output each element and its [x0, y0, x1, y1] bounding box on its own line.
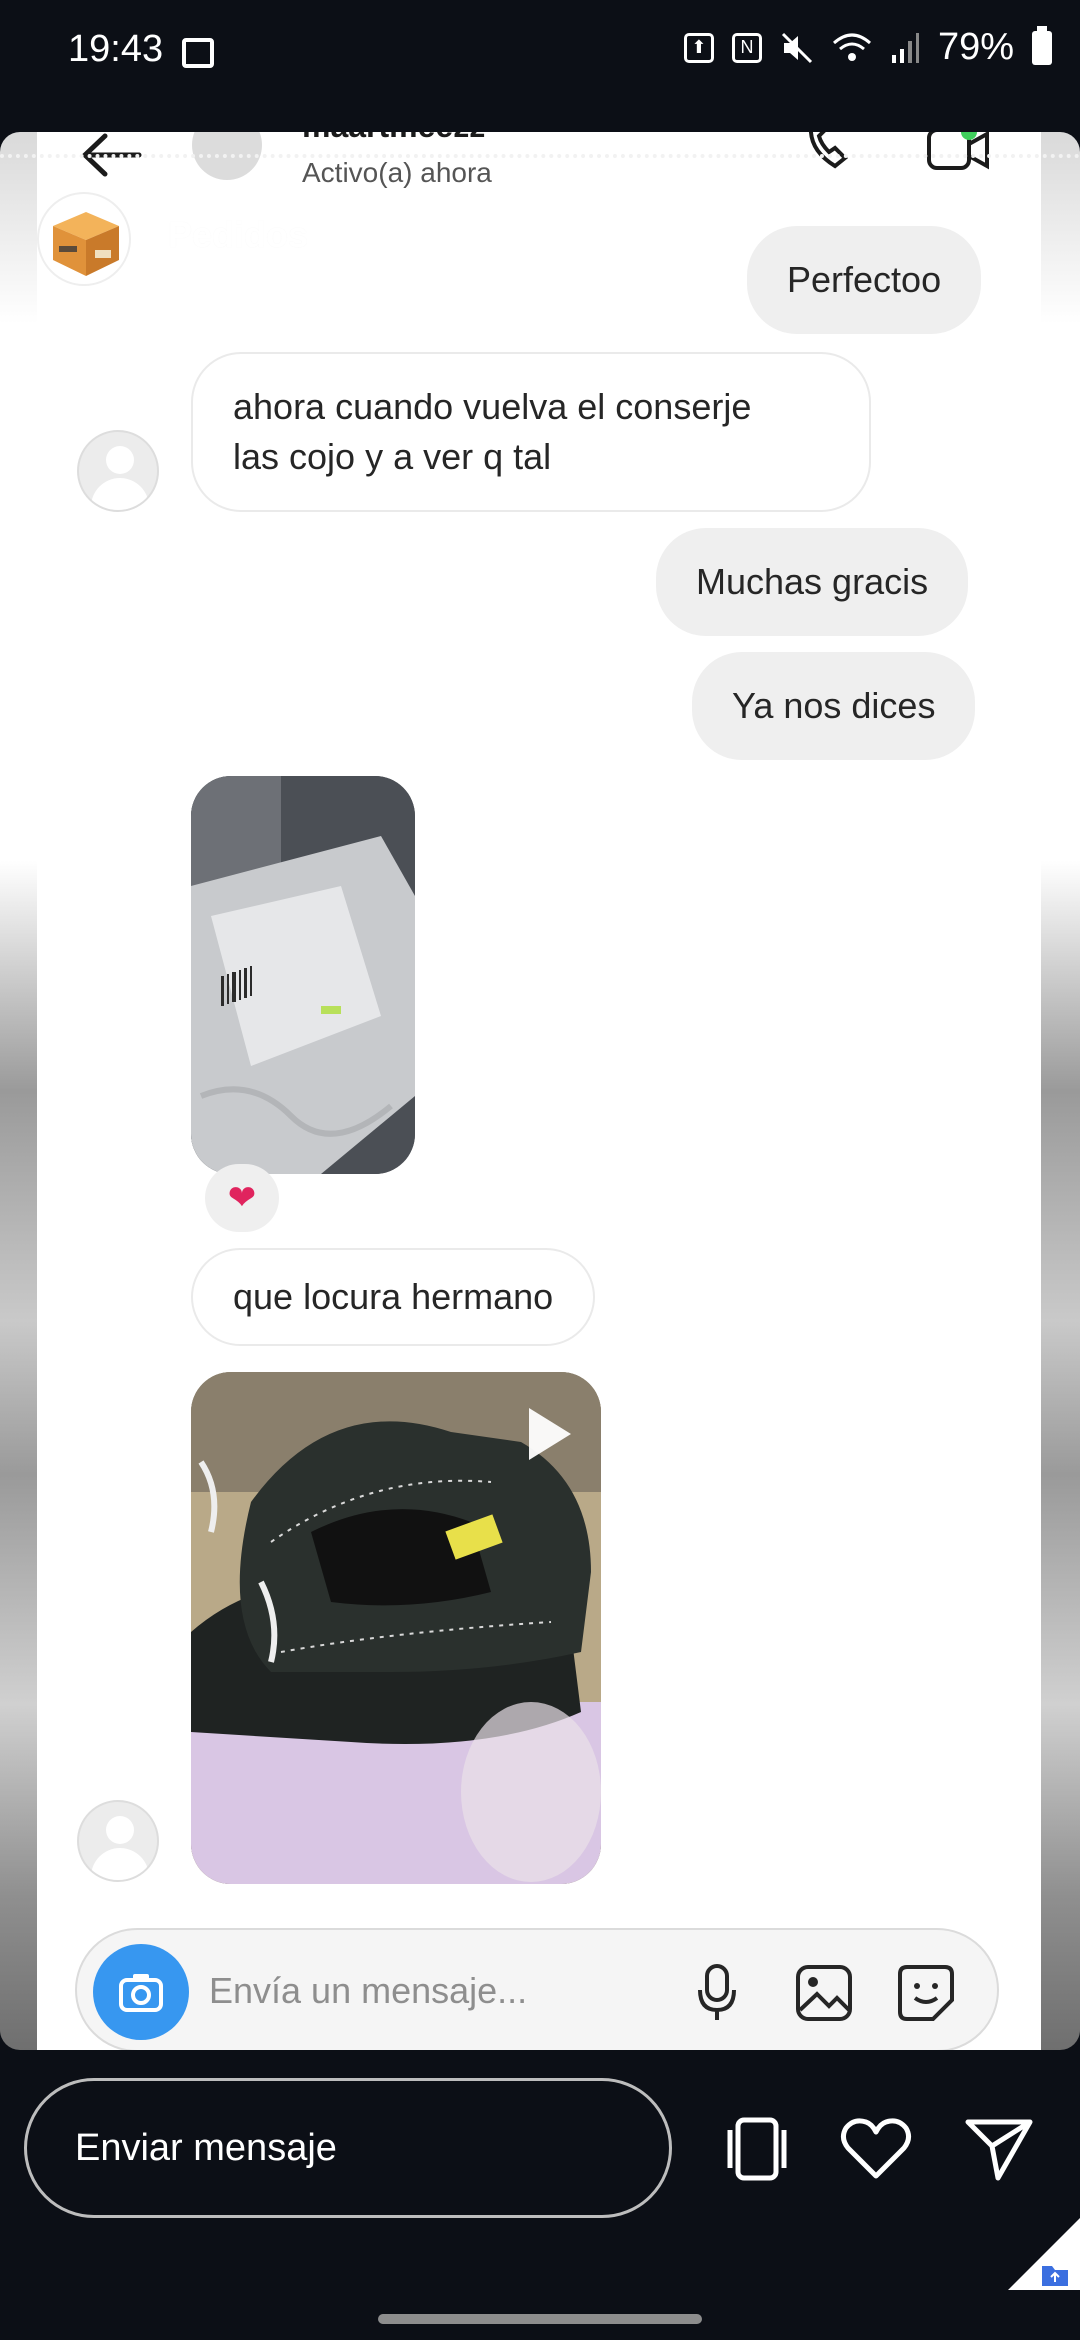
- chat-active-status: Activo(a) ahora: [302, 157, 492, 188]
- package-photo-drawing: [191, 776, 415, 1174]
- upload-notification-icon: ⬆: [683, 32, 714, 63]
- message-text: Ya nos dices: [732, 685, 936, 726]
- heart-reaction[interactable]: ❤: [205, 1164, 279, 1232]
- chat-username: maartmeezz: [302, 132, 485, 145]
- gallery-icon[interactable]: [795, 1964, 853, 2022]
- message-text: Muchas gracis: [696, 561, 929, 602]
- story-card[interactable]: maartmeezz Activo(a) ahora Perfectoo aho…: [0, 132, 1080, 2050]
- reply-bar: Enviar mensaje: [0, 2050, 1080, 2340]
- mute-icon: [781, 32, 812, 63]
- status-icons: ⬆ N 79%: [683, 25, 1052, 69]
- gallery-notification-icon: [182, 38, 214, 68]
- message-text-line: ahora cuando vuelva el conserje: [233, 386, 752, 427]
- reply-input[interactable]: Enviar mensaje: [24, 2078, 672, 2218]
- message-outgoing: Perfectoo: [747, 226, 982, 334]
- package-box-icon: [53, 212, 119, 276]
- folder-upload-icon: [1042, 2266, 1068, 2286]
- chat-screenshot: maartmeezz Activo(a) ahora Perfectoo aho…: [37, 132, 1041, 2050]
- battery-icon: [1032, 25, 1052, 65]
- message-outgoing: Muchas gracis: [656, 528, 969, 636]
- microphone-icon[interactable]: [697, 1964, 737, 2022]
- message-text-line: las cojo y a ver q tal: [233, 436, 552, 477]
- message-incoming: que locura hermano: [191, 1248, 596, 1346]
- camera-button[interactable]: [93, 1944, 189, 2040]
- message-text: que locura hermano: [233, 1276, 554, 1317]
- package-photo[interactable]: [191, 776, 415, 1174]
- reply-placeholder: Enviar mensaje: [75, 2126, 337, 2169]
- heart-icon: ❤: [227, 1179, 257, 1217]
- play-icon[interactable]: [521, 1404, 575, 1464]
- story-account-avatar[interactable]: [37, 192, 131, 286]
- sender-avatar: [77, 430, 159, 512]
- phone-icon: [808, 132, 848, 169]
- message-incoming: ahora cuando vuelva el conserje las cojo…: [191, 352, 871, 512]
- wifi-icon: [832, 33, 871, 61]
- nfc-icon: N: [731, 32, 762, 63]
- shoes-video[interactable]: [191, 1372, 601, 1884]
- more-options-icon[interactable]: [1000, 210, 1020, 260]
- message-outgoing: Ya nos dices: [692, 652, 976, 760]
- sender-avatar: [77, 1800, 159, 1882]
- signal-icon: [891, 32, 919, 63]
- story-progress-bar: [0, 154, 1080, 160]
- story-account-name[interactable]: Pedidos: [168, 214, 308, 256]
- message-composer[interactable]: Envía un mensaje...: [75, 1928, 999, 2050]
- heart-like-icon[interactable]: [840, 2116, 912, 2182]
- message-text: Perfectoo: [787, 259, 942, 300]
- battery-percent: 79%: [937, 26, 1014, 68]
- status-bar: 19:43 ⬆ N 79%: [0, 0, 1080, 80]
- message-input[interactable]: Envía un mensaje...: [209, 1970, 527, 2012]
- camera-icon: [119, 1974, 163, 2012]
- story-date: 26 de enero de 2023: [350, 214, 683, 255]
- status-time: 19:43: [68, 28, 164, 70]
- send-direct-icon[interactable]: [964, 2116, 1034, 2182]
- rotate-screen-icon[interactable]: [722, 2116, 792, 2182]
- sticker-icon[interactable]: [897, 1964, 955, 2022]
- home-indicator[interactable]: [378, 2314, 702, 2324]
